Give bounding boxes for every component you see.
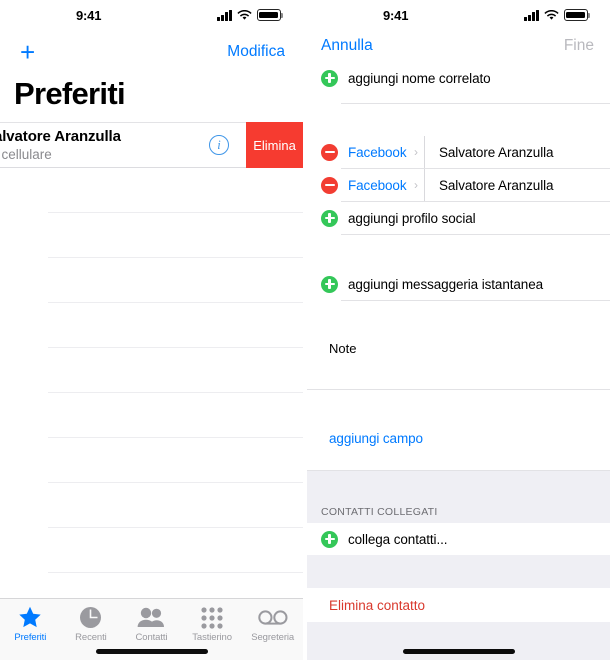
right-phone-screen: 9:41 Annulla Fine aggiungi nome correlat…	[307, 0, 610, 660]
spacer	[307, 235, 610, 268]
right-nav-bar: Annulla Fine	[307, 30, 610, 62]
wifi-icon	[544, 9, 559, 21]
row-label: collega contatti...	[348, 531, 448, 547]
voicemail-icon	[257, 604, 288, 631]
clock-icon	[79, 604, 102, 631]
contact-texts: alvatore Aranzulla . cellulare	[0, 128, 121, 163]
tab-preferiti[interactable]: Preferiti	[0, 604, 61, 660]
field-divider	[424, 169, 425, 201]
favorites-list: alvatore Aranzulla . cellulare i Elimina	[0, 122, 303, 618]
cancel-button[interactable]: Annulla	[321, 37, 373, 55]
chevron-right-icon[interactable]: ›	[414, 145, 418, 159]
list-item[interactable]	[48, 168, 303, 213]
list-item[interactable]	[48, 528, 303, 573]
list-item[interactable]	[48, 438, 303, 483]
chevron-right-icon[interactable]: ›	[414, 178, 418, 192]
add-social-profile-row[interactable]: aggiungi profilo social	[307, 202, 610, 234]
cellular-signal-icon	[524, 9, 539, 21]
plus-icon[interactable]: +	[20, 39, 35, 65]
field-value[interactable]: Salvatore Aranzulla	[439, 145, 554, 160]
social-profile-row[interactable]: Facebook › Salvatore Aranzulla	[307, 136, 610, 168]
tab-segreteria[interactable]: Segreteria	[242, 604, 303, 660]
home-indicator	[402, 649, 515, 654]
spacer	[307, 364, 610, 389]
home-indicator	[95, 649, 208, 654]
social-profile-row[interactable]: Facebook › Salvatore Aranzulla	[307, 169, 610, 201]
tab-label: Segreteria	[251, 632, 295, 643]
field-divider	[424, 136, 425, 168]
add-circle-icon[interactable]	[321, 530, 338, 548]
wifi-icon	[237, 9, 252, 21]
edit-button[interactable]: Modifica	[227, 43, 285, 61]
add-field-button[interactable]: aggiungi campo	[329, 431, 423, 446]
contact-subtitle: . cellulare	[0, 146, 52, 162]
note-row[interactable]: Note	[307, 332, 610, 364]
add-related-name-row[interactable]: aggiungi nome correlato	[307, 62, 610, 94]
list-item[interactable]	[48, 393, 303, 438]
row-label: aggiungi profilo social	[348, 210, 476, 226]
status-time: 9:41	[76, 7, 102, 23]
tab-bar: Preferiti Recenti Contatti Tastierino Se…	[0, 598, 303, 660]
status-bar-left: 9:41	[0, 0, 303, 30]
dual-phone-screenshot: 9:41 + Modifica Preferiti alvatore Aranz…	[0, 0, 610, 660]
remove-circle-icon[interactable]	[321, 143, 338, 161]
tab-label: Recenti	[75, 632, 107, 643]
tab-label: Contatti	[135, 632, 168, 643]
done-button[interactable]: Fine	[564, 37, 594, 55]
row-label: aggiungi messaggeria istantanea	[348, 276, 544, 292]
left-nav-bar: + Modifica	[0, 30, 303, 74]
field-label[interactable]: Facebook	[348, 145, 412, 160]
tab-label: Tastierino	[192, 632, 232, 643]
add-circle-icon[interactable]	[321, 209, 338, 227]
field-label[interactable]: Facebook	[348, 178, 412, 193]
info-circle-icon[interactable]: i	[209, 135, 229, 155]
list-item[interactable]	[48, 348, 303, 393]
add-circle-icon[interactable]	[321, 275, 338, 293]
delete-contact-row[interactable]: Elimina contatto	[307, 588, 610, 622]
table-row[interactable]: alvatore Aranzulla . cellulare i Elimina	[0, 122, 303, 168]
battery-icon	[257, 9, 283, 21]
add-field-row[interactable]: aggiungi campo	[307, 422, 610, 454]
note-label: Note	[329, 340, 357, 356]
list-item[interactable]	[48, 258, 303, 303]
left-phone-screen: 9:41 + Modifica Preferiti alvatore Aranz…	[0, 0, 303, 660]
list-item[interactable]	[48, 213, 303, 258]
edit-contact-form: aggiungi nome correlato Facebook › Salva…	[307, 62, 610, 660]
add-instant-message-row[interactable]: aggiungi messaggeria istantanea	[307, 268, 610, 300]
field-value[interactable]: Salvatore Aranzulla	[439, 178, 554, 193]
tab-label: Preferiti	[14, 632, 47, 643]
status-bar-right: 9:41	[307, 0, 610, 30]
delete-button[interactable]: Elimina	[246, 122, 303, 168]
remove-circle-icon[interactable]	[321, 176, 338, 194]
spacer	[307, 301, 610, 332]
contact-name: alvatore Aranzulla	[0, 127, 121, 145]
spacer	[307, 454, 610, 470]
keypad-icon	[201, 604, 223, 631]
status-time: 9:41	[383, 7, 409, 23]
spacer	[307, 390, 610, 422]
people-icon	[137, 604, 165, 631]
spacer	[307, 104, 610, 136]
delete-contact-button[interactable]: Elimina contatto	[329, 598, 425, 613]
add-circle-icon[interactable]	[321, 69, 338, 87]
empty-rows	[0, 168, 303, 618]
section-header: CONTATTI COLLEGATI	[307, 501, 610, 523]
page-title: Preferiti	[14, 76, 126, 111]
linked-contacts-section	[307, 471, 610, 501]
list-item[interactable]	[48, 303, 303, 348]
link-contacts-row[interactable]: collega contatti...	[307, 523, 610, 555]
row-label: aggiungi nome correlato	[348, 70, 491, 86]
battery-icon	[564, 9, 590, 21]
bottom-gray-area	[307, 622, 610, 660]
cellular-signal-icon	[217, 9, 232, 21]
star-icon	[18, 604, 42, 631]
spacer	[307, 555, 610, 588]
list-item[interactable]	[48, 483, 303, 528]
